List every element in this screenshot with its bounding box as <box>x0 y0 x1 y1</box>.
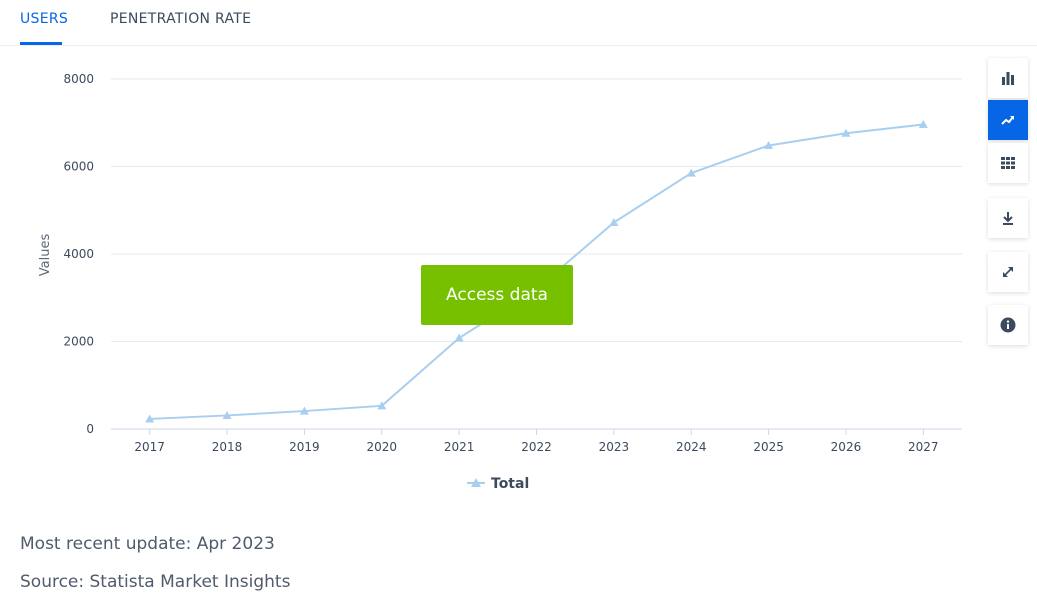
x-tick-label: 2024 <box>676 440 707 454</box>
x-tick-label: 2021 <box>444 440 475 454</box>
table-view-button[interactable] <box>988 143 1028 183</box>
data-point-2021[interactable] <box>454 333 464 342</box>
update-note: Most recent update: Apr 2023 <box>20 534 275 554</box>
bar-chart-icon <box>1002 72 1014 85</box>
info-button[interactable] <box>988 305 1028 345</box>
x-tick-label: 2018 <box>212 440 243 454</box>
y-axis-ticks: 0 2000 4000 6000 8000 <box>63 72 94 436</box>
chart-legend: Total <box>467 476 529 492</box>
tab-bar: USERS PENETRATION RATE <box>0 0 1037 46</box>
y-tick-label: 6000 <box>63 160 94 174</box>
y-axis-label: Values <box>38 234 53 277</box>
tab-penetration-rate[interactable]: PENETRATION RATE <box>110 11 251 27</box>
download-button[interactable] <box>988 198 1028 238</box>
source-note: Source: Statista Market Insights <box>20 572 291 592</box>
table-icon <box>1001 157 1015 169</box>
tab-users[interactable]: USERS <box>20 11 68 27</box>
x-tick-label: 2025 <box>753 440 784 454</box>
x-tick-label: 2023 <box>599 440 630 454</box>
legend-label-total[interactable]: Total <box>491 476 529 492</box>
info-icon <box>1000 317 1016 333</box>
data-point-2023[interactable] <box>609 218 619 226</box>
y-tick-label: 0 <box>86 422 94 436</box>
x-tick-label: 2022 <box>521 440 552 454</box>
x-tick-label: 2019 <box>289 440 320 454</box>
line-chart-button[interactable] <box>988 100 1028 140</box>
chart-gridlines <box>111 78 962 430</box>
fullscreen-button[interactable] <box>988 252 1028 292</box>
line-chart-icon <box>1001 116 1014 125</box>
bar-chart-button[interactable] <box>988 58 1028 98</box>
expand-icon <box>1003 267 1013 277</box>
x-tick-label: 2017 <box>134 440 165 454</box>
x-tick-label: 2026 <box>831 440 862 454</box>
x-tick-label: 2027 <box>908 440 939 454</box>
access-data-button[interactable]: Access data <box>421 265 573 325</box>
y-tick-label: 4000 <box>63 247 94 261</box>
download-icon <box>1003 212 1013 225</box>
x-tick-label: 2020 <box>366 440 397 454</box>
y-tick-label: 8000 <box>63 72 94 86</box>
y-tick-label: 2000 <box>63 335 94 349</box>
x-axis-ticks: 2017 2018 2019 2020 2021 2022 2023 2024 2025 2026… <box>134 429 939 454</box>
